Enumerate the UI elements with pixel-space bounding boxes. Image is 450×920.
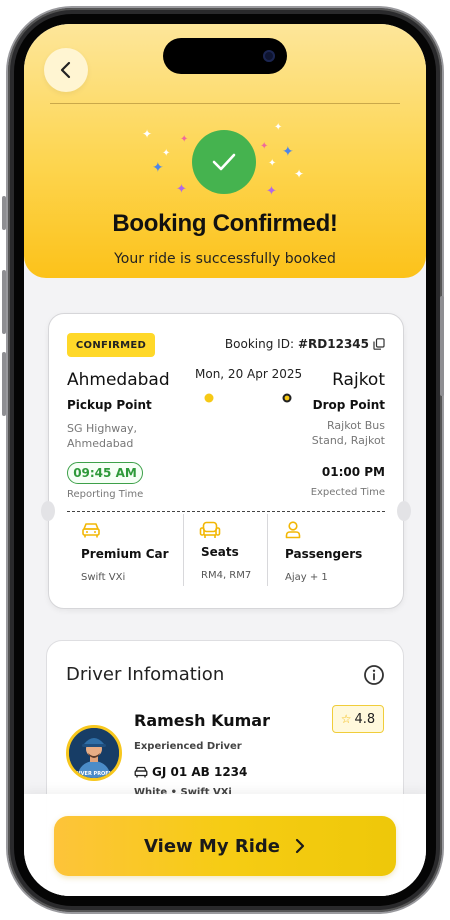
sparkle-icon: ✦ (268, 158, 277, 169)
booking-id-value: #RD12345 (297, 337, 369, 351)
drop-address-line2: Stand, Rajkot (311, 434, 385, 447)
volume-down-button (2, 352, 6, 416)
seat-icon (199, 521, 221, 538)
sparkle-icon: ✦ (260, 141, 269, 152)
volume-up-button (2, 270, 6, 334)
reporting-time-label: Reporting Time (67, 489, 144, 500)
route-line (204, 393, 292, 403)
sparkle-icon: ✦ (176, 182, 187, 197)
bottom-action-bar: View My Ride (24, 794, 426, 896)
ticket-notch-left (41, 501, 55, 521)
feature-seats-value: RM4, RM7 (201, 570, 252, 581)
driver-experience: Experienced Driver (134, 741, 242, 752)
sparkle-icon: ✦ (162, 148, 171, 159)
view-my-ride-label: View My Ride (144, 835, 280, 857)
sparkle-icon: ✦ (294, 167, 305, 181)
sparkle-icon: ✦ (142, 127, 153, 141)
pickup-point-label: Pickup Point (67, 398, 152, 412)
person-icon (285, 521, 301, 539)
sparkle-icon: ✦ (266, 184, 277, 199)
sparkle-icon: ✦ (152, 160, 164, 176)
car-icon (134, 766, 148, 778)
sparkle-icon: ✦ (180, 134, 189, 145)
sparkle-icon: ✦ (274, 122, 283, 133)
driver-portrait-icon: DRIVER PROFILE (69, 728, 119, 778)
drop-address-line1: Rajkot Bus (327, 419, 385, 432)
status-badge: CONFIRMED (67, 333, 155, 357)
feature-passengers: Passengers Ajay + 1 (267, 518, 387, 588)
ticket-perforation (67, 511, 385, 512)
booking-ticket-card: CONFIRMED Booking ID: #RD12345 Ahmedabad… (41, 313, 411, 609)
car-icon (82, 523, 100, 538)
header-divider (50, 103, 400, 104)
drop-address: Rajkot Bus Stand, Rajkot (312, 418, 385, 448)
reporting-time: 09:45 AM (67, 462, 143, 484)
back-button[interactable] (44, 48, 88, 92)
feature-seats-label: Seats (201, 545, 239, 559)
booking-id-label: Booking ID: (224, 337, 294, 351)
power-button (440, 296, 444, 396)
expected-time-label: Expected Time (310, 487, 385, 498)
pickup-address: SG Highway, Ahmedabad (67, 421, 137, 451)
drop-city: Rajkot (332, 370, 385, 390)
front-camera (263, 50, 275, 62)
driver-name: Ramesh Kumar (134, 711, 270, 730)
star-icon: ☆ (340, 712, 352, 726)
driver-avatar: DRIVER PROFILE (66, 725, 122, 781)
chevron-right-icon (295, 838, 305, 854)
confirmation-title: Booking Confirmed! (112, 210, 338, 237)
avatar-caption: DRIVER PROFILE (71, 771, 118, 777)
ticket-notch-right (397, 501, 411, 521)
dynamic-island (163, 38, 287, 74)
expected-time: 01:00 PM (321, 465, 385, 479)
chevron-left-icon (60, 61, 71, 79)
driver-rating-value: 4.8 (354, 711, 376, 727)
feature-passengers-value: Ajay + 1 (285, 572, 328, 583)
feature-passengers-label: Passengers (285, 547, 363, 561)
view-my-ride-button[interactable]: View My Ride (54, 816, 396, 876)
app-screen: ✦ ✦ ✦ ✦ ✦ ✦ ✦ ✦ ✦ ✦ ✦ Booking Confirmed!… (24, 24, 426, 896)
feature-seats: Seats RM4, RM7 (183, 518, 267, 588)
feature-car: Premium Car Swift VXi (67, 518, 183, 588)
pickup-city: Ahmedabad (67, 370, 170, 390)
pickup-address-line1: SG Highway, (67, 422, 138, 435)
feature-car-label: Premium Car (81, 547, 169, 561)
action-button (2, 196, 6, 230)
vehicle-plate-value: GJ 01 AB 1234 (152, 765, 248, 779)
feature-car-value: Swift VXi (81, 572, 126, 583)
vehicle-plate: GJ 01 AB 1234 (134, 765, 247, 779)
drop-point-label: Drop Point (312, 398, 385, 412)
pickup-address-line2: Ahmedabad (67, 437, 134, 450)
copy-icon[interactable] (373, 338, 385, 350)
driver-section-title: Driver Infomation (66, 664, 225, 685)
booking-id: Booking ID: #RD12345 (225, 337, 385, 351)
info-icon[interactable] (363, 664, 385, 686)
sparkle-icon: ✦ (282, 144, 294, 160)
trip-date: Mon, 20 Apr 2025 (195, 367, 303, 381)
confirmation-subtitle: Your ride is successfully booked (114, 251, 336, 267)
success-check-icon (192, 130, 256, 194)
driver-rating-badge: ☆ 4.8 (332, 705, 384, 733)
